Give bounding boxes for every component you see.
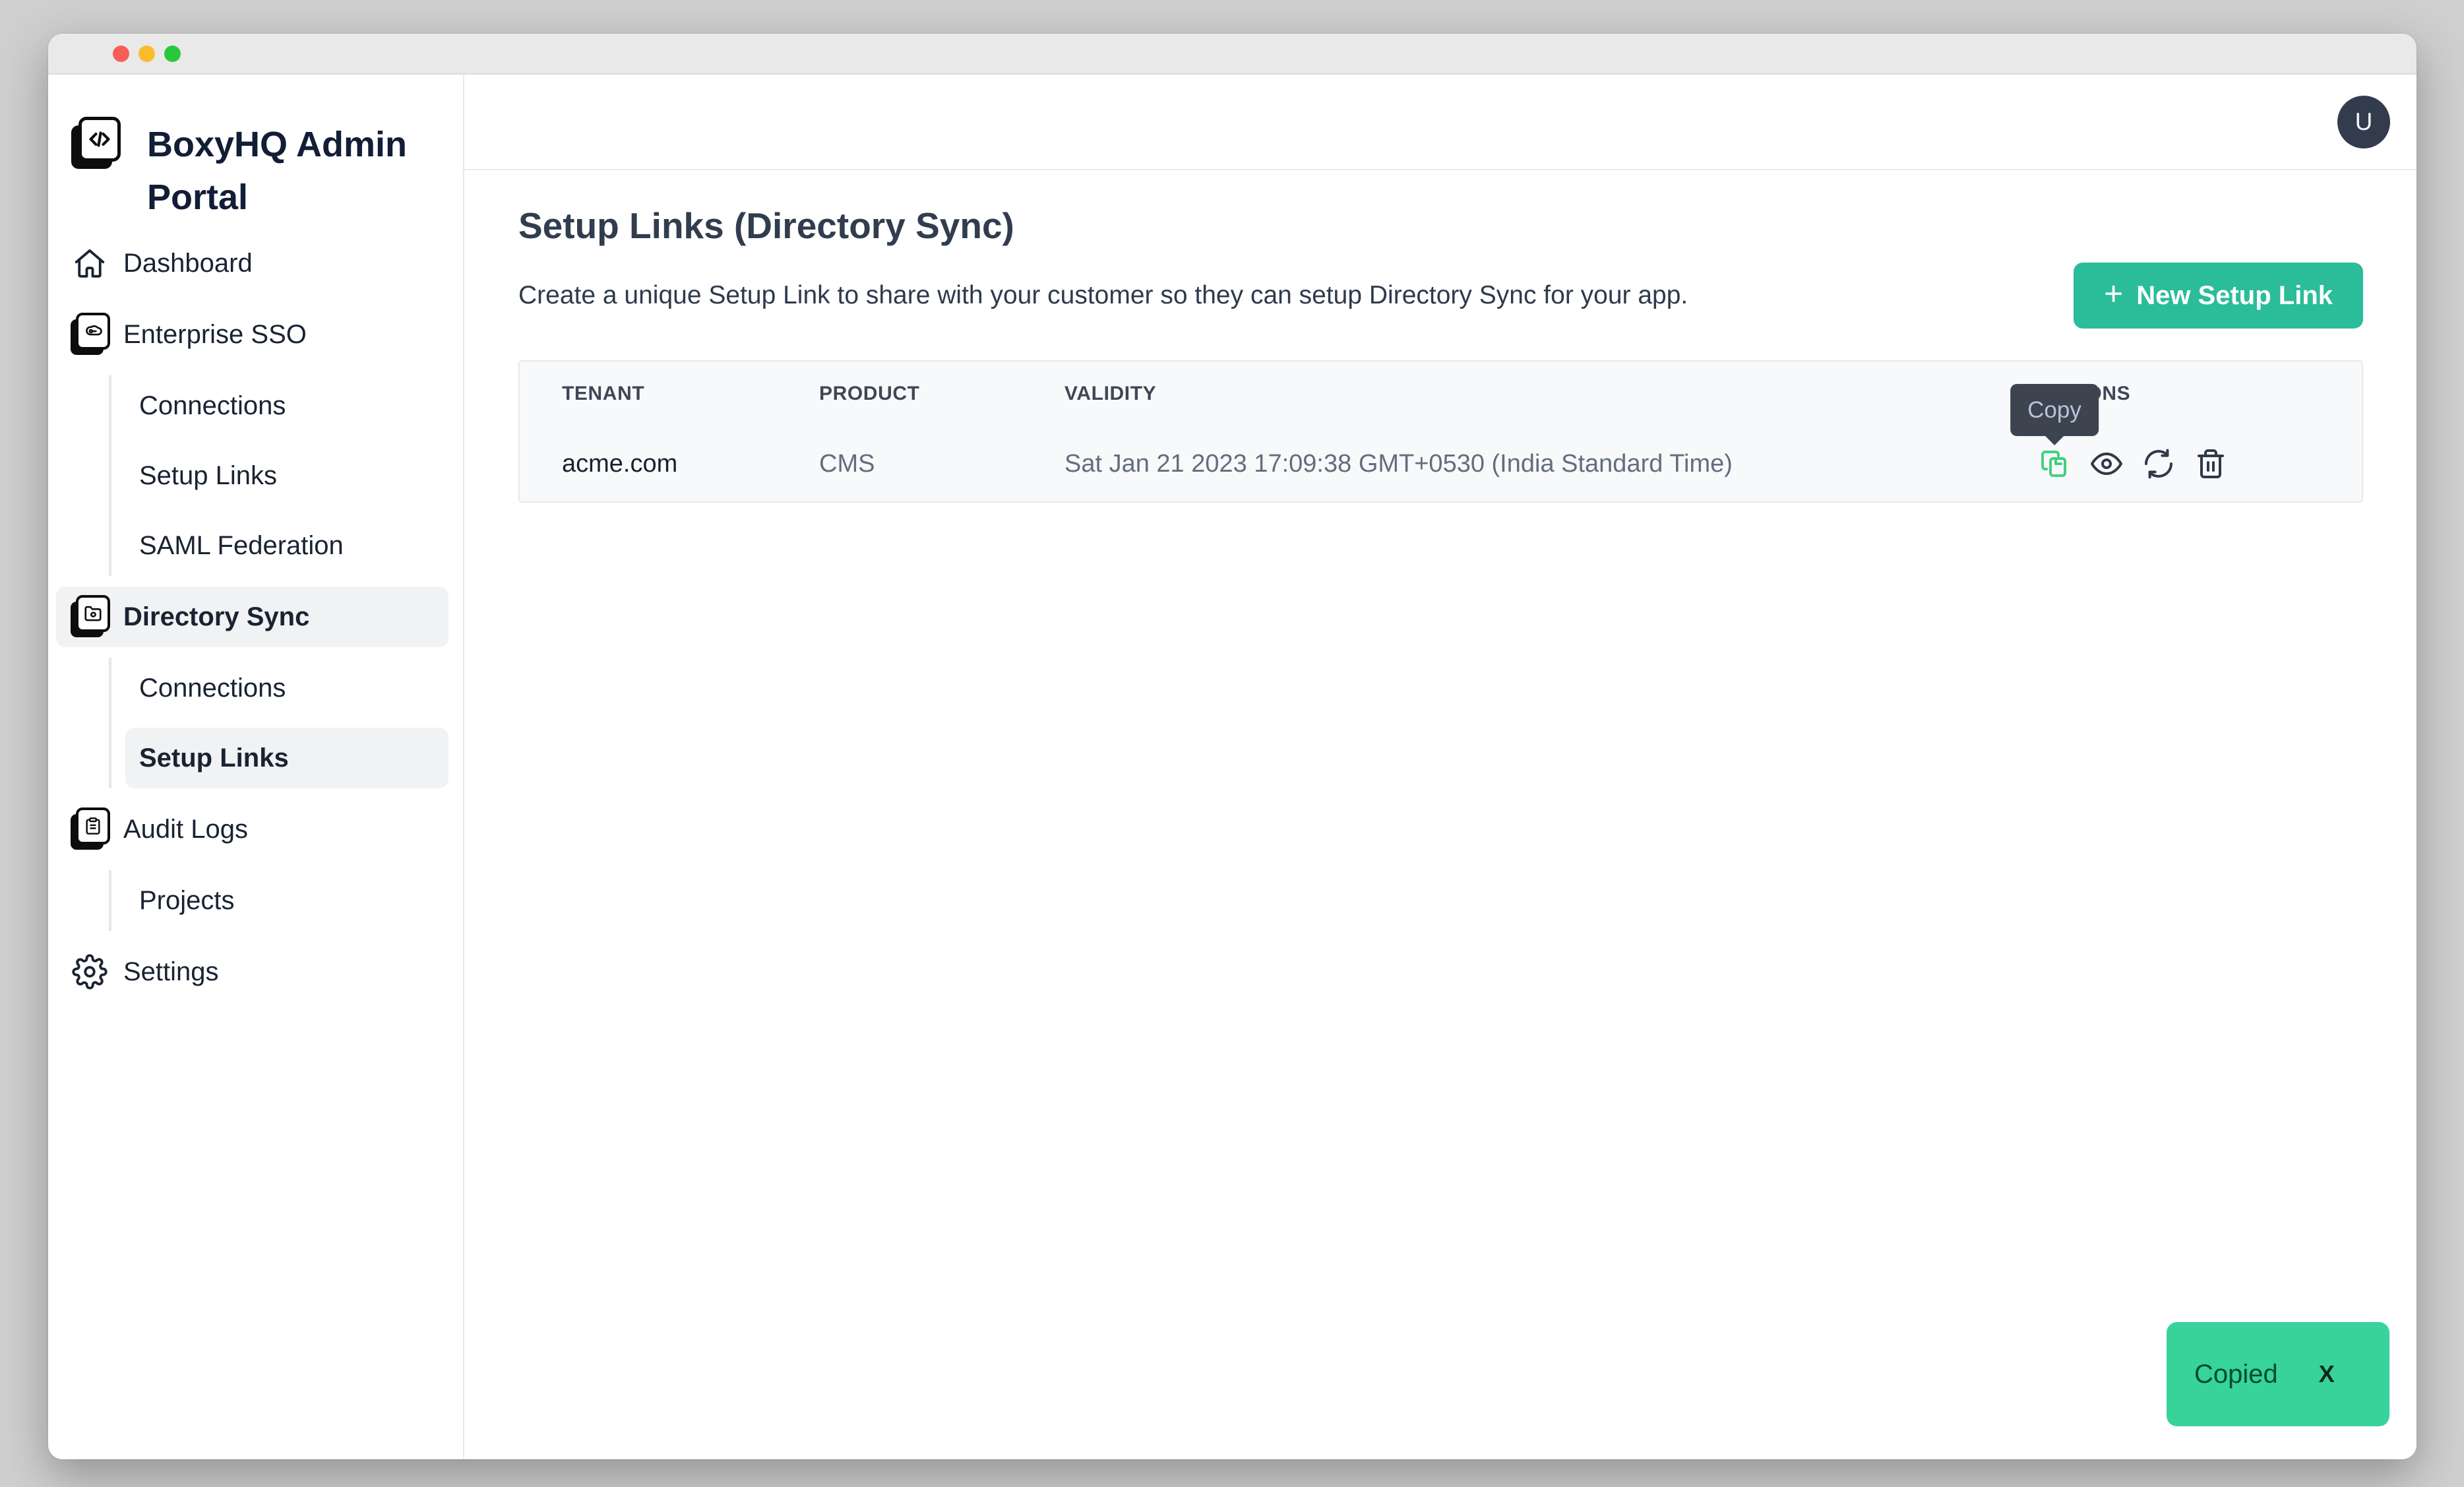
window-titlebar bbox=[48, 34, 2417, 75]
sidebar-item-label: Dashboard bbox=[123, 249, 253, 278]
regenerate-link-button[interactable] bbox=[2143, 448, 2174, 480]
directory-folder-icon bbox=[69, 595, 110, 639]
sidebar-item-settings[interactable]: Settings bbox=[56, 941, 448, 1002]
new-setup-link-label: New Setup Link bbox=[2136, 281, 2333, 311]
actions-cell: Copy bbox=[1996, 426, 2362, 501]
column-header-product: PRODUCT bbox=[777, 362, 1022, 426]
validity-cell: Sat Jan 21 2023 17:09:38 GMT+0530 (India… bbox=[1022, 426, 1996, 501]
page-title: Setup Links (Directory Sync) bbox=[518, 205, 2363, 247]
setup-links-table: TENANT PRODUCT VALIDITY ACTIONS acme.com… bbox=[518, 360, 2363, 503]
sidebar-item-dsync-connections[interactable]: Connections bbox=[125, 658, 448, 718]
refresh-icon bbox=[2143, 448, 2174, 480]
desktop-background: BoxyHQ Admin Portal Dashboard bbox=[0, 0, 2464, 1487]
sidebar-item-label: Enterprise SSO bbox=[123, 320, 307, 350]
sidebar-item-directory-sync[interactable]: Directory Sync bbox=[56, 586, 448, 647]
boxyhq-logo-icon bbox=[68, 117, 121, 172]
audit-clipboard-icon bbox=[69, 807, 110, 851]
sidebar: BoxyHQ Admin Portal Dashboard bbox=[48, 75, 464, 1459]
row-actions: Copy bbox=[2039, 448, 2362, 480]
sidebar-item-label: Settings bbox=[123, 957, 219, 987]
toast-close-button[interactable]: X bbox=[2319, 1362, 2335, 1386]
audit-logs-submenu: Projects bbox=[109, 870, 448, 931]
column-header-tenant: TENANT bbox=[520, 362, 777, 426]
minimize-window-button[interactable] bbox=[139, 46, 155, 62]
sidebar-item-dsync-setup-links[interactable]: Setup Links bbox=[125, 728, 448, 788]
eye-icon bbox=[2091, 448, 2122, 480]
sidebar-item-label: Directory Sync bbox=[123, 602, 309, 632]
sso-submenu: Connections Setup Links SAML Federation bbox=[109, 375, 448, 576]
sidebar-item-saml-federation[interactable]: SAML Federation bbox=[125, 515, 448, 576]
plus-icon: + bbox=[2104, 277, 2123, 310]
copy-icon bbox=[2039, 448, 2070, 480]
app-logo[interactable]: BoxyHQ Admin Portal bbox=[48, 117, 463, 224]
page-content: Setup Links (Directory Sync) Create a un… bbox=[464, 170, 2417, 503]
sidebar-item-projects[interactable]: Projects bbox=[125, 870, 448, 931]
column-header-validity: VALIDITY bbox=[1022, 362, 1996, 426]
app-title: BoxyHQ Admin Portal bbox=[147, 117, 443, 224]
maximize-window-button[interactable] bbox=[164, 46, 181, 62]
app-window: BoxyHQ Admin Portal Dashboard bbox=[48, 34, 2417, 1459]
sidebar-item-sso-setup-links[interactable]: Setup Links bbox=[125, 445, 448, 506]
new-setup-link-button[interactable]: + New Setup Link bbox=[2074, 263, 2363, 329]
trash-icon bbox=[2195, 448, 2227, 480]
view-link-button[interactable] bbox=[2091, 448, 2122, 480]
table-row: acme.com CMS Sat Jan 21 2023 17:09:38 GM… bbox=[520, 426, 2362, 501]
gear-icon bbox=[69, 954, 110, 990]
sidebar-item-label: Audit Logs bbox=[123, 815, 248, 844]
page-description: Create a unique Setup Link to share with… bbox=[518, 281, 1688, 310]
main-panel: U Setup Links (Directory Sync) Create a … bbox=[464, 75, 2417, 1459]
top-header: U bbox=[464, 75, 2417, 170]
close-window-button[interactable] bbox=[113, 46, 129, 62]
delete-link-button[interactable] bbox=[2195, 448, 2227, 480]
user-avatar[interactable]: U bbox=[2337, 96, 2390, 148]
sidebar-item-audit-logs[interactable]: Audit Logs bbox=[56, 799, 448, 860]
sidebar-item-enterprise-sso[interactable]: Enterprise SSO bbox=[56, 304, 448, 365]
directory-sync-submenu: Connections Setup Links bbox=[109, 658, 448, 788]
tenant-cell: acme.com bbox=[520, 426, 777, 501]
copy-tooltip: Copy bbox=[2010, 384, 2099, 436]
copy-link-button[interactable]: Copy bbox=[2039, 448, 2070, 480]
home-icon bbox=[69, 245, 110, 281]
copied-toast: Copied X bbox=[2167, 1322, 2389, 1426]
sidebar-item-sso-connections[interactable]: Connections bbox=[125, 375, 448, 436]
sidebar-item-dashboard[interactable]: Dashboard bbox=[56, 233, 448, 294]
sso-cloud-key-icon bbox=[69, 313, 110, 356]
product-cell: CMS bbox=[777, 426, 1022, 501]
toast-message: Copied bbox=[2194, 1360, 2278, 1389]
sidebar-nav: Dashboard bbox=[48, 233, 463, 1002]
